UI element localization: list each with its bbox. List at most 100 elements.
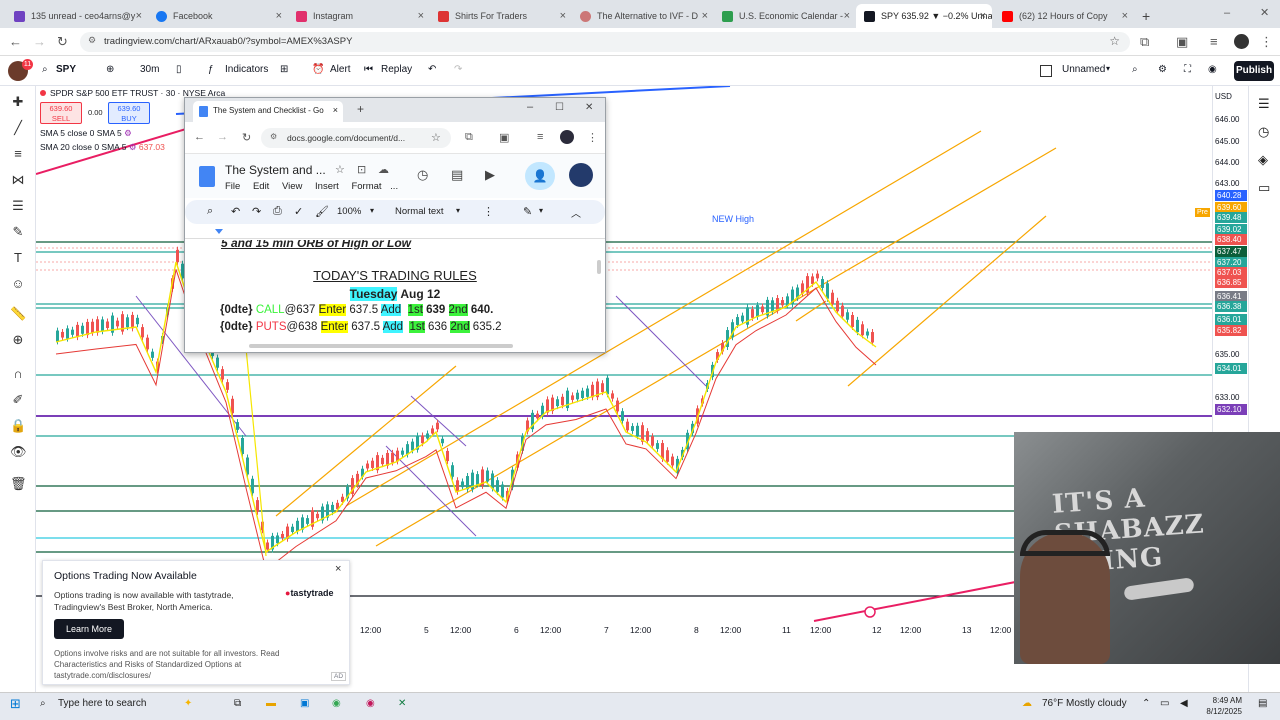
windows-start-icon[interactable]: ⊞	[10, 696, 21, 712]
lock-icon[interactable]: 🔒	[10, 418, 26, 434]
new-tab-button[interactable]: +	[357, 102, 364, 116]
browser-tab[interactable]: Instagram ×	[288, 4, 430, 28]
zoom-icon[interactable]: ⊕	[10, 332, 26, 348]
extensions-icon[interactable]: ⧉	[1140, 34, 1149, 50]
docs-ruler[interactable]	[185, 229, 605, 239]
undo-icon[interactable]: ↶	[231, 205, 240, 218]
menu-edit[interactable]: Edit	[253, 181, 269, 192]
horizontal-lines-icon[interactable]: ≡	[10, 146, 26, 162]
browser-tab[interactable]: The Alternative to IVF - D ×	[572, 4, 714, 28]
chevron-down-icon[interactable]: ▾	[370, 206, 374, 215]
trend-line-icon[interactable]: ╱	[10, 120, 26, 136]
search-menus-icon[interactable]: ⌕	[207, 205, 213, 218]
indicators-button[interactable]: Indicators	[225, 64, 268, 75]
hide-menus-icon[interactable]: ︿	[571, 205, 581, 220]
sidebar-icon[interactable]: ▣	[1176, 34, 1188, 50]
menu-file[interactable]: File	[225, 181, 240, 192]
browser-tab[interactable]: (62) 12 Hours of Copy ×	[994, 4, 1134, 28]
indicators-icon[interactable]: ƒ	[208, 64, 214, 75]
text-icon[interactable]: T	[10, 250, 26, 266]
chevron-down-icon[interactable]: ▾	[1106, 64, 1110, 73]
chevron-down-icon[interactable]: ▾	[539, 206, 543, 215]
document-body[interactable]: 5 and 15 min ORB of High or Low TODAY'S …	[185, 240, 605, 352]
notifications-icon[interactable]: ▤	[1258, 698, 1267, 709]
tray-up-icon[interactable]: ⌃	[1142, 698, 1150, 709]
share-icon[interactable]: 👤	[525, 162, 555, 190]
zoom-select[interactable]: 100%	[337, 206, 361, 217]
close-tab-icon[interactable]: ×	[1122, 10, 1128, 22]
interval-button[interactable]: 30m	[140, 64, 159, 75]
smiley-icon[interactable]: ☺	[10, 276, 26, 292]
menu-insert[interactable]: Insert	[315, 181, 339, 192]
settings-icon[interactable]: ⚙	[129, 142, 137, 152]
settings-icon[interactable]: ⚙	[1158, 64, 1167, 75]
redo-icon[interactable]: ↷	[252, 205, 261, 218]
redo-icon[interactable]: ↷	[454, 64, 462, 75]
publish-button[interactable]: Publish	[1234, 61, 1274, 81]
star-icon[interactable]: ☆	[335, 163, 345, 176]
menu-view[interactable]: View	[282, 181, 302, 192]
close-tab-icon[interactable]: ×	[276, 10, 282, 22]
bar-style-icon[interactable]: ▯	[176, 64, 182, 75]
undo-icon[interactable]: ↶	[428, 64, 436, 75]
layout-name[interactable]: Unnamed	[1062, 64, 1105, 75]
buy-button[interactable]: 639.60 BUY	[108, 102, 150, 124]
browser-tab[interactable]: 135 unread - ceo4arns@y ×	[6, 4, 148, 28]
eye-icon[interactable]: 👁	[10, 444, 27, 460]
new-tab-button[interactable]: +	[1134, 4, 1154, 28]
forward-icon[interactable]: →	[33, 34, 46, 49]
excel-icon[interactable]: ✕	[398, 698, 406, 709]
spellcheck-icon[interactable]: ✓	[294, 205, 303, 218]
more-tools-icon[interactable]: ⋮	[483, 205, 494, 218]
browser-tab[interactable]: Facebook ×	[148, 4, 288, 28]
search-icon[interactable]: ⌕	[40, 698, 46, 709]
minimize-window-icon[interactable]: –	[1224, 7, 1230, 19]
volume-icon[interactable]: ◀	[1180, 698, 1188, 709]
vertical-scrollbar[interactable]	[597, 260, 601, 274]
meet-icon[interactable]: ▶	[485, 167, 495, 183]
docs-url-field[interactable]: ⚙ docs.google.com/document/d...	[261, 128, 451, 148]
url-field[interactable]: ⚙ tradingview.com/chart/ARxauab0/?symbol…	[80, 32, 1130, 52]
file-explorer-icon[interactable]: ▬	[266, 698, 276, 709]
site-info-icon[interactable]: ⚙	[88, 35, 96, 46]
app-icon[interactable]: ◉	[366, 698, 375, 709]
chrome-icon[interactable]: ◉	[332, 698, 341, 709]
profile-avatar[interactable]	[1234, 34, 1249, 49]
maximize-window-icon[interactable]: ☐	[555, 102, 564, 113]
ruler-icon[interactable]: 📏	[10, 306, 26, 322]
crosshair-icon[interactable]: ✚	[10, 94, 26, 110]
bookmark-star-icon[interactable]: ☆	[1109, 34, 1120, 48]
close-icon[interactable]: ×	[335, 563, 341, 575]
bookmark-star-icon[interactable]: ☆	[431, 131, 441, 144]
search-icon[interactable]: ⌕	[42, 64, 48, 75]
trash-icon[interactable]: 🗑	[10, 476, 27, 492]
task-view-icon[interactable]: ⧉	[234, 698, 241, 709]
layers-icon[interactable]: ◈	[1258, 152, 1268, 168]
brush-icon[interactable]: ✎	[10, 224, 26, 240]
profile-avatar[interactable]	[560, 130, 574, 144]
close-window-icon[interactable]: ✕	[585, 102, 593, 113]
clock[interactable]: 8:49 AM 8/12/2025	[1200, 695, 1242, 717]
network-icon[interactable]: ▭	[1160, 698, 1169, 709]
close-tab-icon[interactable]: ×	[702, 10, 708, 22]
magnet-icon[interactable]: ∩	[10, 366, 26, 382]
reload-icon[interactable]: ↻	[57, 34, 68, 50]
templates-icon[interactable]: ⊞	[280, 64, 288, 75]
alerts-clock-icon[interactable]: ◷	[1258, 124, 1269, 140]
site-info-icon[interactable]: ⚙	[270, 132, 277, 141]
learn-more-button[interactable]: Learn More	[54, 619, 124, 639]
back-icon[interactable]: ←	[9, 34, 22, 49]
settings-icon[interactable]: ⚙	[124, 128, 132, 138]
tab-search-icon[interactable]: ≡	[537, 131, 543, 143]
pattern-icon[interactable]: ⋈	[10, 172, 26, 188]
browser-tab[interactable]: Shirts For Traders ×	[430, 4, 572, 28]
back-icon[interactable]: ←	[194, 131, 205, 143]
fullscreen-icon[interactable]: ⛶	[1184, 64, 1191, 75]
comments-icon[interactable]: ▤	[451, 167, 463, 183]
print-icon[interactable]: ⎙	[273, 205, 282, 218]
menu-dots-icon[interactable]: ⋮	[587, 131, 598, 144]
weather-text[interactable]: 76°F Mostly cloudy	[1042, 698, 1127, 709]
browser-tab[interactable]: U.S. Economic Calendar - ×	[714, 4, 856, 28]
menu-format[interactable]: Format	[351, 181, 381, 192]
browser-tab-active[interactable]: SPY 635.92 ▼ −0.2% Unna ×	[856, 4, 992, 28]
